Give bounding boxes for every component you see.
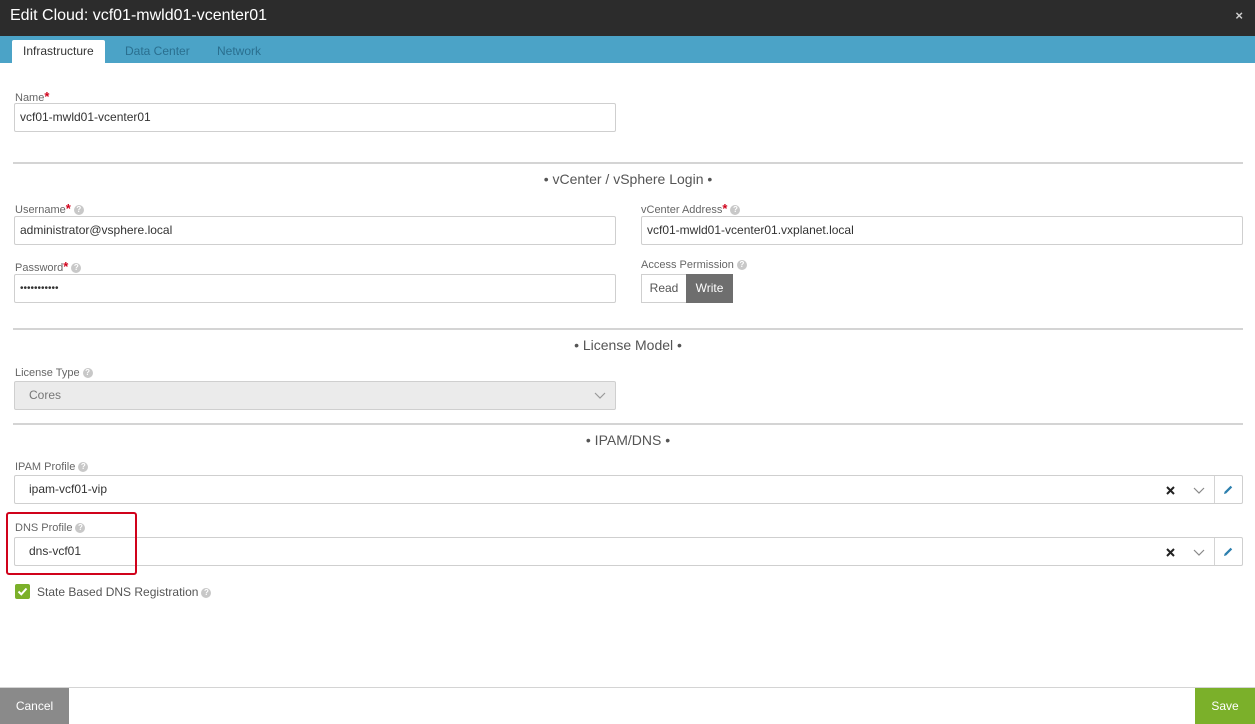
license-type-value: Cores	[29, 388, 62, 402]
dns-profile-select[interactable]: dns-vcf01	[14, 537, 1243, 566]
checkmark-icon	[17, 587, 28, 596]
ipam-profile-label: IPAM Profile?	[15, 461, 89, 473]
cancel-button[interactable]: Cancel	[0, 688, 69, 724]
save-button[interactable]: Save	[1195, 688, 1255, 724]
close-icon[interactable]: ×	[1235, 8, 1243, 23]
help-icon[interactable]: ?	[736, 260, 747, 270]
chevron-down-icon	[594, 392, 606, 399]
access-write-button[interactable]: Write	[686, 274, 733, 303]
required-marker: *	[65, 201, 71, 216]
access-read-button[interactable]: Read	[641, 274, 687, 303]
license-type-label-text: License Type	[15, 367, 80, 379]
password-label-text: Password	[15, 262, 64, 274]
name-label: Name*	[15, 89, 49, 104]
edit-pencil-icon[interactable]	[1222, 484, 1234, 496]
ipam-profile-select[interactable]: ipam-vcf01-vip	[14, 475, 1243, 504]
modal-title: Edit Cloud: vcf01-mwld01-vcenter01	[10, 7, 268, 24]
help-icon[interactable]: ?	[201, 588, 212, 598]
clear-icon[interactable]	[1166, 486, 1175, 495]
edit-pencil-icon[interactable]	[1222, 546, 1234, 558]
required-marker: *	[722, 201, 728, 216]
ipam-profile-label-text: IPAM Profile	[15, 461, 76, 473]
tab-network[interactable]: Network	[217, 40, 261, 63]
ipam-profile-value: ipam-vcf01-vip	[29, 482, 108, 496]
help-icon[interactable]: ?	[730, 205, 741, 215]
clear-icon[interactable]	[1166, 548, 1175, 557]
password-input[interactable]: •••••••••••	[14, 274, 616, 303]
vcenter-address-label: vCenter Address*?	[641, 201, 741, 216]
username-label-text: Username	[15, 204, 66, 216]
divider	[1214, 538, 1215, 565]
vcenter-address-input[interactable]: vcf01-mwld01-vcenter01.vxplanet.local	[641, 216, 1243, 245]
modal-footer: Cancel Save	[0, 687, 1255, 724]
divider	[1214, 476, 1215, 503]
help-icon[interactable]: ?	[82, 368, 93, 378]
help-icon[interactable]: ?	[73, 205, 84, 215]
section-vcenter-login: • vCenter / vSphere Login •	[13, 162, 1243, 187]
tab-data-center[interactable]: Data Center	[125, 40, 190, 63]
vcenter-address-label-text: vCenter Address	[641, 204, 723, 216]
state-dns-label: State Based DNS Registration?	[37, 585, 212, 599]
password-label: Password*?	[15, 259, 82, 274]
license-type-label: License Type?	[15, 367, 93, 379]
chevron-down-icon[interactable]	[1192, 484, 1206, 498]
annotation-highlight-box	[6, 512, 137, 575]
username-label: Username*?	[15, 201, 84, 216]
state-dns-label-text: State Based DNS Registration	[37, 585, 199, 599]
state-dns-checkbox[interactable]	[15, 584, 30, 599]
required-marker: *	[63, 259, 69, 274]
tab-bar: Infrastructure Data Center Network	[0, 36, 1255, 63]
help-icon[interactable]: ?	[78, 462, 89, 472]
access-permission-label-text: Access Permission	[641, 259, 734, 271]
tab-infrastructure[interactable]: Infrastructure	[12, 40, 105, 63]
chevron-down-icon[interactable]	[1192, 546, 1206, 560]
section-license-model: • License Model •	[13, 328, 1243, 353]
name-input[interactable]: vcf01-mwld01-vcenter01	[14, 103, 616, 132]
modal-header: Edit Cloud: vcf01-mwld01-vcenter01 ×	[0, 0, 1255, 36]
access-permission-label: Access Permission?	[641, 259, 747, 271]
help-icon[interactable]: ?	[71, 263, 82, 273]
required-marker: *	[44, 89, 50, 104]
username-input[interactable]: administrator@vsphere.local	[14, 216, 616, 245]
license-type-select: Cores	[14, 381, 616, 410]
section-ipam-dns: • IPAM/DNS •	[13, 423, 1243, 448]
